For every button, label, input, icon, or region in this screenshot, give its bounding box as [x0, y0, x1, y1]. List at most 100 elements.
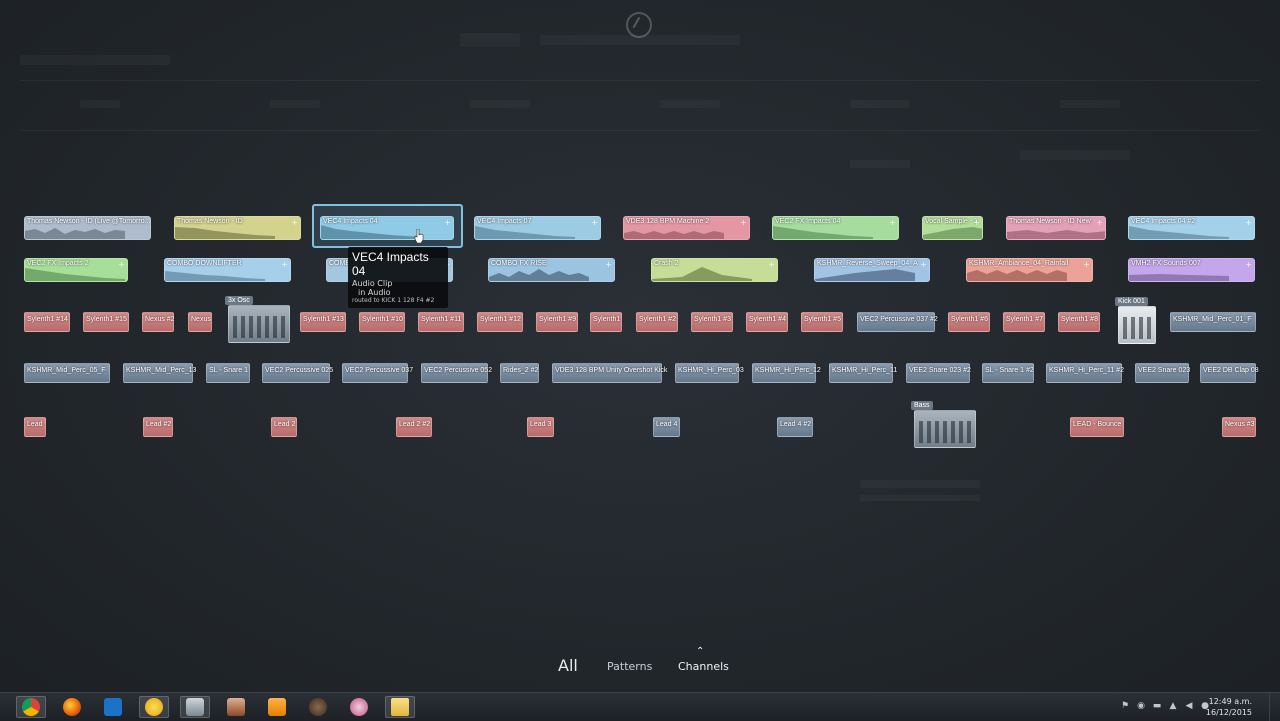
clip-vec2-fx-impacts-04[interactable]: VEC2 FX Impacts 04 +	[772, 216, 899, 240]
clip-vec4-impacts-07[interactable]: VEC4 Impacts 07 +	[474, 216, 601, 240]
folder-icon[interactable]	[385, 696, 415, 718]
firefox-icon[interactable]	[57, 696, 87, 718]
pattern-block[interactable]: KSHMR_Hi_Perc_03	[675, 363, 744, 383]
pattern-block[interactable]: Sylenth1	[590, 312, 622, 332]
pattern-block[interactable]: VEE2 Snare 023	[1135, 363, 1190, 383]
pattern-block[interactable]: Sylenth1 #2	[636, 312, 678, 332]
plugin-kick[interactable]: Kick 001	[1115, 297, 1156, 344]
pattern-block[interactable]: SL - Snare 1	[206, 363, 250, 383]
pattern-label: Sylenth1 #14	[27, 316, 68, 323]
tab-patterns[interactable]: Patterns	[607, 660, 652, 673]
gangster-icon[interactable]	[303, 696, 333, 718]
pattern-block[interactable]: Sylenth1 #14	[24, 312, 70, 332]
plugin-3x-osc[interactable]: 3x Osc	[225, 296, 290, 343]
clip-vocal-sample[interactable]: Vocal Sample - 1 +	[922, 216, 983, 240]
pattern-block[interactable]: Sylenth1 #9	[536, 312, 578, 332]
plus-icon: +	[444, 218, 451, 227]
flag-icon[interactable]: ⚑	[1120, 700, 1130, 712]
speaker-icon[interactable]: ◀	[1184, 700, 1194, 712]
pattern-block[interactable]: KSHMR_Hi_Perc_12	[752, 363, 821, 383]
character-icon[interactable]	[221, 696, 251, 718]
waveform	[175, 227, 275, 239]
plugin-bass[interactable]: Bass	[911, 401, 976, 448]
pattern-block[interactable]: VEC2 Percussive 037	[342, 363, 413, 383]
pattern-block[interactable]: Sylenth1 #11	[418, 312, 464, 332]
plus-icon: +	[920, 260, 927, 269]
clip-combo-downlifter[interactable]: COMBO DOWNLIFTER +	[164, 258, 291, 282]
pattern-block[interactable]: Sylenth1 #8	[1058, 312, 1100, 332]
plus-icon: +	[768, 260, 775, 269]
pattern-block[interactable]: Rides_2 #2	[500, 363, 539, 383]
pattern-block[interactable]: VDE3 128 BPM Unity Overshot Kick	[552, 363, 667, 383]
clip-vec4-impacts-04-2[interactable]: VEC4 Impacts 04 #2 +	[1128, 216, 1255, 240]
signal-icon[interactable]: ▲	[1168, 700, 1178, 712]
clip-crash-2[interactable]: Crash 2 +	[651, 258, 778, 282]
clip-thomas-newson[interactable]: Thomas Newson - ID +	[174, 216, 301, 240]
clip-vec2-fx-impacts-2[interactable]: VEC2 FX Impacts 2 +	[24, 258, 128, 282]
pattern-label: KSHMR_Mid_Perc_01_F	[1173, 316, 1252, 323]
maxthon-icon[interactable]	[98, 696, 128, 718]
pattern-block[interactable]: LEAD - Bounce	[1070, 417, 1124, 437]
pattern-block[interactable]: KSHMR_Mid_Perc_13	[123, 363, 196, 383]
paint-icon[interactable]	[344, 696, 374, 718]
battery-icon[interactable]: ▬	[1152, 700, 1162, 712]
pattern-block[interactable]: Sylenth1 #4	[746, 312, 788, 332]
pattern-block[interactable]: Lead 3	[527, 417, 554, 437]
plugin-label: 3x Osc	[225, 296, 253, 305]
pattern-block[interactable]: Nexus #3	[1222, 417, 1256, 437]
pattern-block[interactable]: VEE2 Snare 023 #2	[906, 363, 971, 383]
pattern-block[interactable]: Nexus	[188, 312, 212, 332]
clip-vde3-machine[interactable]: VDE3 128 BPM Machine 2 +	[623, 216, 750, 240]
tab-channels[interactable]: Channels	[678, 660, 729, 673]
pattern-block[interactable]: Sylenth1 #7	[1003, 312, 1045, 332]
network-icon[interactable]: ◉	[1136, 700, 1146, 712]
clip-combo-fx-rise[interactable]: COMBO FX RISE +	[488, 258, 615, 282]
pattern-block[interactable]: VEC2 Percussive 025	[262, 363, 333, 383]
pattern-block[interactable]: KSHMR_Mid_Perc_01_F	[1170, 312, 1256, 332]
pattern-row-5: Lead Lead #2 Lead 2 Lead 2 #2 Lead 3 Lea…	[24, 417, 1258, 443]
clip-vec4-impacts-04[interactable]: VEC4 Impacts 04 +	[320, 216, 454, 240]
channel-overview-grid: Thomas Newson - ID (Live @Tomorro... Tho…	[0, 0, 1280, 690]
chrome-icon[interactable]	[16, 696, 46, 718]
clock[interactable]: 12:49 a.m. 16/12/2015	[1206, 696, 1252, 718]
pattern-block[interactable]: Sylenth1 #6	[948, 312, 990, 332]
pattern-label: Lead 4	[656, 421, 678, 428]
pattern-block[interactable]: VEC2 Percussive 052	[421, 363, 492, 383]
clip-vmh2-fx-sounds[interactable]: VMH2 FX Sounds 007 +	[1128, 258, 1255, 282]
pattern-block[interactable]: Lead 2	[271, 417, 297, 437]
fl-studio-icon[interactable]	[139, 696, 169, 718]
pattern-label: Sylenth1 #4	[749, 316, 786, 323]
pattern-block[interactable]: Nexus #2	[142, 312, 175, 332]
show-desktop-button[interactable]	[1269, 693, 1280, 721]
clip-thomas-newson-live[interactable]: Thomas Newson - ID (Live @Tomorro...	[24, 216, 151, 240]
pattern-block[interactable]: KSHMR_Mid_Perc_05_F	[24, 363, 110, 383]
pattern-block[interactable]: Lead 4 #2	[777, 417, 813, 437]
media-player-icon[interactable]	[262, 696, 292, 718]
pattern-block[interactable]: Sylenth1 #5	[801, 312, 843, 332]
pattern-block[interactable]: Sylenth1 #12	[477, 312, 523, 332]
clip-kshmr-ambiance[interactable]: KSHMR_Ambiance_04_Rainfall +	[966, 258, 1093, 282]
waveform	[652, 267, 752, 281]
pattern-block[interactable]: Sylenth1 #3	[691, 312, 733, 332]
tab-all[interactable]: All	[558, 656, 578, 675]
pattern-block[interactable]: Lead	[24, 417, 46, 437]
pattern-block[interactable]: KSHMR_Hi_Perc_11 #2	[1046, 363, 1124, 383]
clip-thomas-newson-new[interactable]: Thomas Newson - ID New +	[1006, 216, 1106, 240]
pattern-block[interactable]: VEC2 Percussive 037 #2	[857, 312, 938, 332]
pattern-block[interactable]: Sylenth1 #10	[359, 312, 405, 332]
pattern-block[interactable]: Sylenth1 #13	[300, 312, 346, 332]
plus-icon: +	[889, 218, 896, 227]
app-icon[interactable]	[180, 696, 210, 718]
pattern-block[interactable]: KSHMR_Hi_Perc_11	[829, 363, 897, 383]
clip-kshmr-reverse-sweep[interactable]: KSHMR_Reverse_Sweep_04_A +	[814, 258, 930, 282]
pattern-label: KSHMR_Hi_Perc_11 #2	[1049, 367, 1124, 374]
plus-icon: +	[605, 260, 612, 269]
pattern-block[interactable]: Lead 4	[653, 417, 680, 437]
pattern-label: Nexus #2	[145, 316, 175, 323]
pattern-block[interactable]: SL - Snare 1 #2	[982, 363, 1034, 383]
pattern-block[interactable]: Lead #2	[143, 417, 173, 437]
pattern-block[interactable]: VEE2 DB Clap 08	[1200, 363, 1259, 383]
pattern-block[interactable]: Lead 2 #2	[396, 417, 432, 437]
pattern-block[interactable]: Sylenth1 #15	[83, 312, 129, 332]
pattern-label: Sylenth1 #11	[421, 316, 462, 323]
